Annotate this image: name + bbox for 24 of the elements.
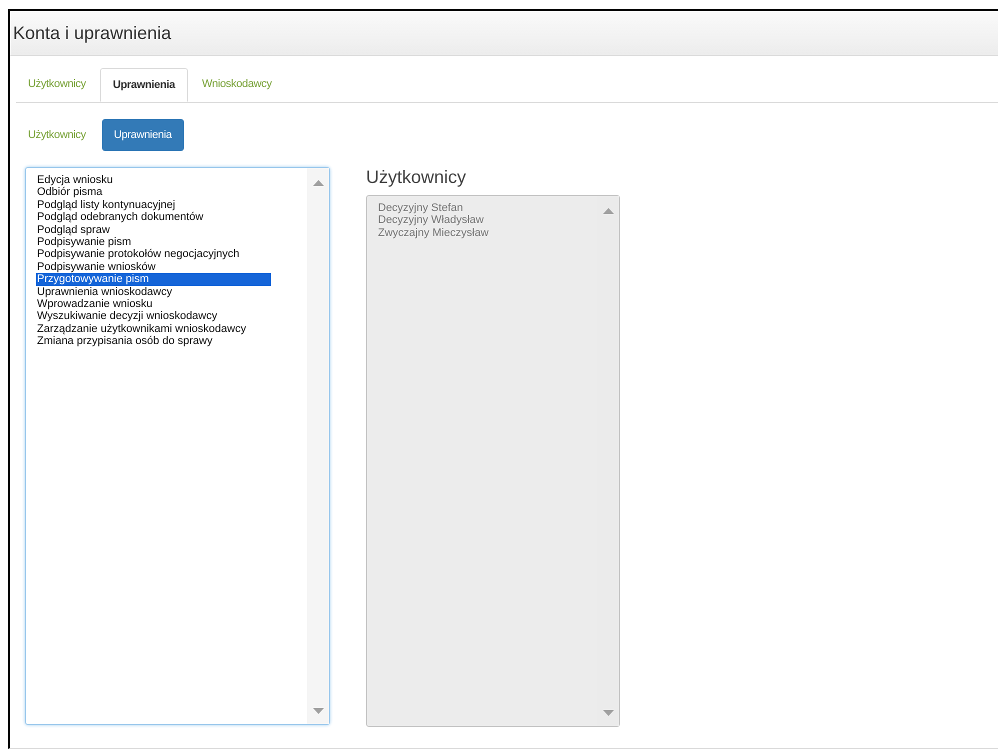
list-item[interactable]: Zmiana przypisania osób do sprawy xyxy=(36,335,271,348)
scroll-up-icon[interactable] xyxy=(312,180,324,186)
list-item[interactable]: Podpisywanie pism xyxy=(36,236,271,248)
scroll-down-icon[interactable] xyxy=(312,708,324,714)
list-item[interactable]: Uprawnienia wnioskodawcy xyxy=(36,286,271,298)
list-item[interactable]: Wprowadzanie wniosku xyxy=(36,298,271,310)
list-item[interactable]: Edycja wniosku xyxy=(36,174,271,186)
list-item[interactable]: Podgląd spraw xyxy=(36,224,271,236)
list-box[interactable] xyxy=(25,167,330,725)
list-item: Decyzyjny Władysław xyxy=(377,214,485,227)
window-title: Konta i uprawnienia xyxy=(13,22,172,44)
list-item[interactable]: Odbiór pisma xyxy=(36,186,271,199)
list-item[interactable]: Przygotowywanie pism xyxy=(36,273,271,286)
list-item[interactable]: Podpisywanie protokołów negocjacyjnych xyxy=(36,248,271,261)
list-item[interactable]: Podgląd listy kontynuacyjnej xyxy=(36,198,271,212)
pill-tab[interactable]: Uprawnienia xyxy=(102,119,184,151)
list-item[interactable]: Wyszukiwanie decyzji wnioskodawcy xyxy=(36,310,271,323)
list-item[interactable]: Zarządzanie użytkownikami wnioskodawcy xyxy=(36,322,271,336)
tab[interactable]: Uprawnienia xyxy=(100,68,188,102)
list-item[interactable]: Podpisywanie wniosków xyxy=(36,260,271,274)
list-item[interactable]: Podgląd odebranych dokumentów xyxy=(36,211,271,224)
list-item: Zwyczajny Mieczysław xyxy=(377,226,490,240)
list-item: Decyzyjny Stefan xyxy=(377,202,464,214)
section-heading: Użytkownicy xyxy=(366,167,468,189)
